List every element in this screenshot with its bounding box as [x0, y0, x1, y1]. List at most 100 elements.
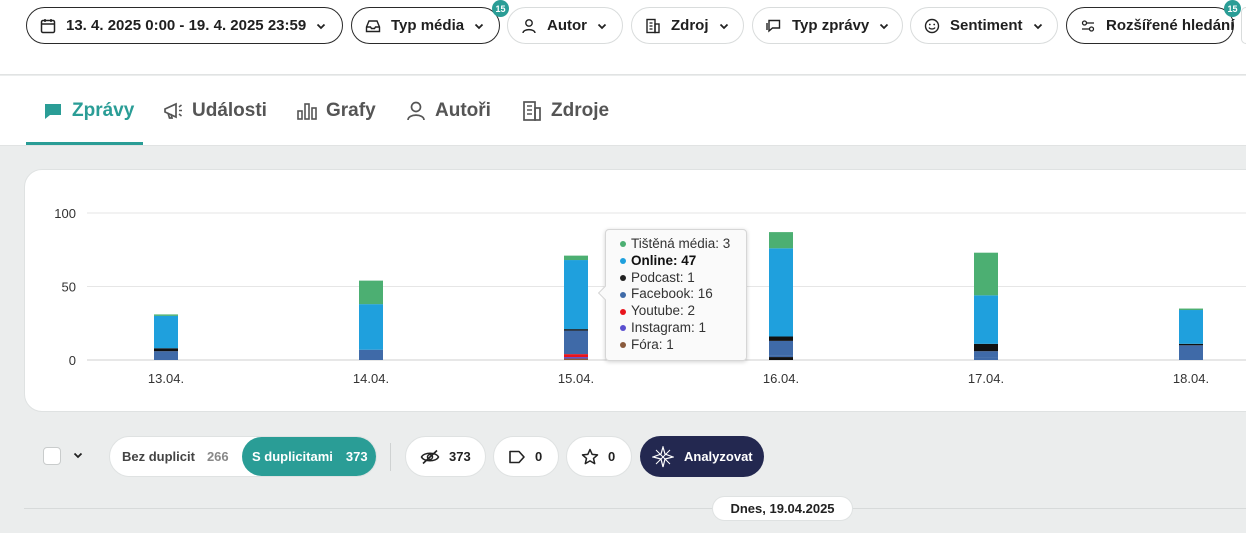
- date-divider-line: [24, 508, 1246, 509]
- tooltip-row: Youtube: 2: [620, 303, 746, 320]
- message-type-filter[interactable]: Typ zprávy: [752, 7, 903, 44]
- bar-segment: [154, 351, 178, 360]
- smiley-icon: [924, 18, 940, 33]
- active-tab-indicator: [26, 142, 143, 145]
- tooltip-text: Online: 47: [631, 252, 697, 268]
- bar-segment: [974, 351, 998, 358]
- chevron-down-icon: [880, 23, 889, 29]
- y-tick-label: 50: [62, 280, 76, 295]
- tab-events[interactable]: Události: [162, 76, 267, 145]
- filter-bar: 13. 4. 2025 0:00 - 19. 4. 2025 23:59 Typ…: [0, 0, 1246, 75]
- building-icon: [523, 100, 541, 121]
- tab-label: Autoři: [435, 99, 491, 121]
- bar-segment: [769, 355, 793, 358]
- bar-segment: [769, 340, 793, 356]
- date-range-filter[interactable]: 13. 4. 2025 0:00 - 19. 4. 2025 23:59: [26, 7, 343, 44]
- chevron-down-icon: [719, 23, 728, 29]
- bar-segment: [769, 357, 793, 360]
- tooltip-text: Tištěná média: 3: [631, 236, 731, 251]
- eye-off-icon: [420, 449, 440, 464]
- bar-segment: [1179, 343, 1203, 346]
- y-tick-label: 0: [69, 353, 76, 368]
- advanced-search-label: Rozšířené hledání: [1106, 17, 1235, 34]
- tab-label: Zprávy: [72, 99, 135, 121]
- bar-segment: [1179, 345, 1203, 360]
- bar-segment: [359, 280, 383, 305]
- tab-charts[interactable]: Grafy: [296, 76, 376, 145]
- x-tick-label: 13.04.: [148, 371, 184, 386]
- media-type-label: Typ média: [391, 17, 465, 34]
- legend-dot: [620, 258, 626, 265]
- bar-segment: [359, 349, 383, 360]
- y-tick-label: 100: [54, 206, 76, 221]
- bar-segment: [359, 304, 383, 350]
- chevron-down-icon: [474, 23, 484, 29]
- bar-segment: [974, 295, 998, 344]
- building-icon: [646, 18, 660, 33]
- legend-dot: [620, 308, 626, 315]
- sentiment-filter[interactable]: Sentiment: [910, 7, 1058, 44]
- bar-segment: [564, 357, 588, 359]
- without-duplicates-label: Bez duplicit: [122, 449, 195, 464]
- media-type-filter[interactable]: Typ média 15: [351, 0, 509, 44]
- x-tick-label: 18.04.: [1173, 371, 1209, 386]
- divider: [390, 443, 391, 471]
- advanced-search-button[interactable]: Rozšířené hledání 15: [1066, 0, 1241, 44]
- with-duplicates-option[interactable]: S duplicitami 373: [242, 437, 376, 476]
- tab-label: Grafy: [326, 99, 376, 121]
- next-filter-edge[interactable]: [1241, 7, 1246, 44]
- tag-count: 0: [535, 449, 543, 464]
- tooltip-text: Instagram: 1: [631, 319, 707, 335]
- media-type-count-badge: 15: [492, 0, 509, 17]
- bar-segment: [974, 357, 998, 360]
- chevron-down-icon[interactable]: [72, 449, 84, 461]
- tab-authors[interactable]: Autoři: [405, 76, 491, 145]
- bar-segment: [564, 358, 588, 360]
- seen-filter-button[interactable]: 373: [405, 436, 486, 477]
- megaphone-icon: [164, 102, 182, 119]
- x-tick-label: 15.04.: [558, 371, 594, 386]
- select-all-checkbox[interactable]: [43, 447, 61, 465]
- bar-segment: [564, 354, 588, 358]
- advanced-search-count-badge: 15: [1224, 0, 1241, 17]
- chevron-down-icon: [1033, 23, 1042, 29]
- chat-bubble-icon: [45, 103, 61, 119]
- author-label: Autor: [547, 17, 587, 34]
- with-duplicates-label: S duplicitami: [252, 449, 333, 464]
- sentiment-label: Sentiment: [950, 17, 1023, 34]
- tab-messages[interactable]: Zprávy: [42, 76, 134, 145]
- x-tick-label: 17.04.: [968, 371, 1004, 386]
- star-count: 0: [608, 449, 616, 464]
- tooltip-row: Tištěná média: 3: [620, 236, 746, 253]
- tooltip-text: Podcast: 1: [631, 269, 695, 285]
- duplicates-toggle: Bez duplicit 266 S duplicitami 373: [109, 436, 377, 477]
- tooltip-row: Podcast: 1: [620, 270, 746, 287]
- chevron-down-icon: [597, 23, 607, 29]
- legend-dot: [620, 342, 626, 349]
- legend-dot: [620, 291, 626, 298]
- tooltip-row: Fóra: 1: [620, 337, 746, 354]
- tooltip-text: Youtube: 2: [631, 303, 696, 319]
- tooltip-text: Fóra: 1: [631, 336, 674, 352]
- bar-segment: [564, 329, 588, 331]
- without-duplicates-option[interactable]: Bez duplicit 266: [122, 437, 229, 476]
- bar-segment: [154, 348, 178, 352]
- x-tick-label: 14.04.: [353, 371, 389, 386]
- star-filter-button[interactable]: 0: [566, 436, 632, 477]
- chart-card: 0 50 100 13.04. 14.04. 15.04. 16.04. 17.04. 18.0…: [24, 169, 1246, 412]
- analyze-button[interactable]: Analyzovat: [640, 436, 764, 477]
- bar-segment: [1179, 308, 1203, 311]
- analyze-label: Analyzovat: [684, 449, 753, 464]
- chevron-down-icon: [317, 23, 326, 29]
- tab-sources[interactable]: Zdroje: [521, 76, 609, 145]
- source-filter[interactable]: Zdroj: [631, 7, 744, 44]
- chart-tooltip: Tištěná média: 3 Online: 47 Podcast: 1 Face…: [597, 229, 747, 361]
- bar-segment: [564, 330, 588, 355]
- tag-filter-button[interactable]: 0: [493, 436, 559, 477]
- bar-segment: [974, 252, 998, 296]
- bar-segment: [154, 314, 178, 316]
- tooltip-row: Instagram: 1: [620, 320, 746, 337]
- author-filter[interactable]: Autor: [507, 7, 623, 44]
- tag-icon: [509, 450, 525, 463]
- legend-dot: [620, 241, 626, 248]
